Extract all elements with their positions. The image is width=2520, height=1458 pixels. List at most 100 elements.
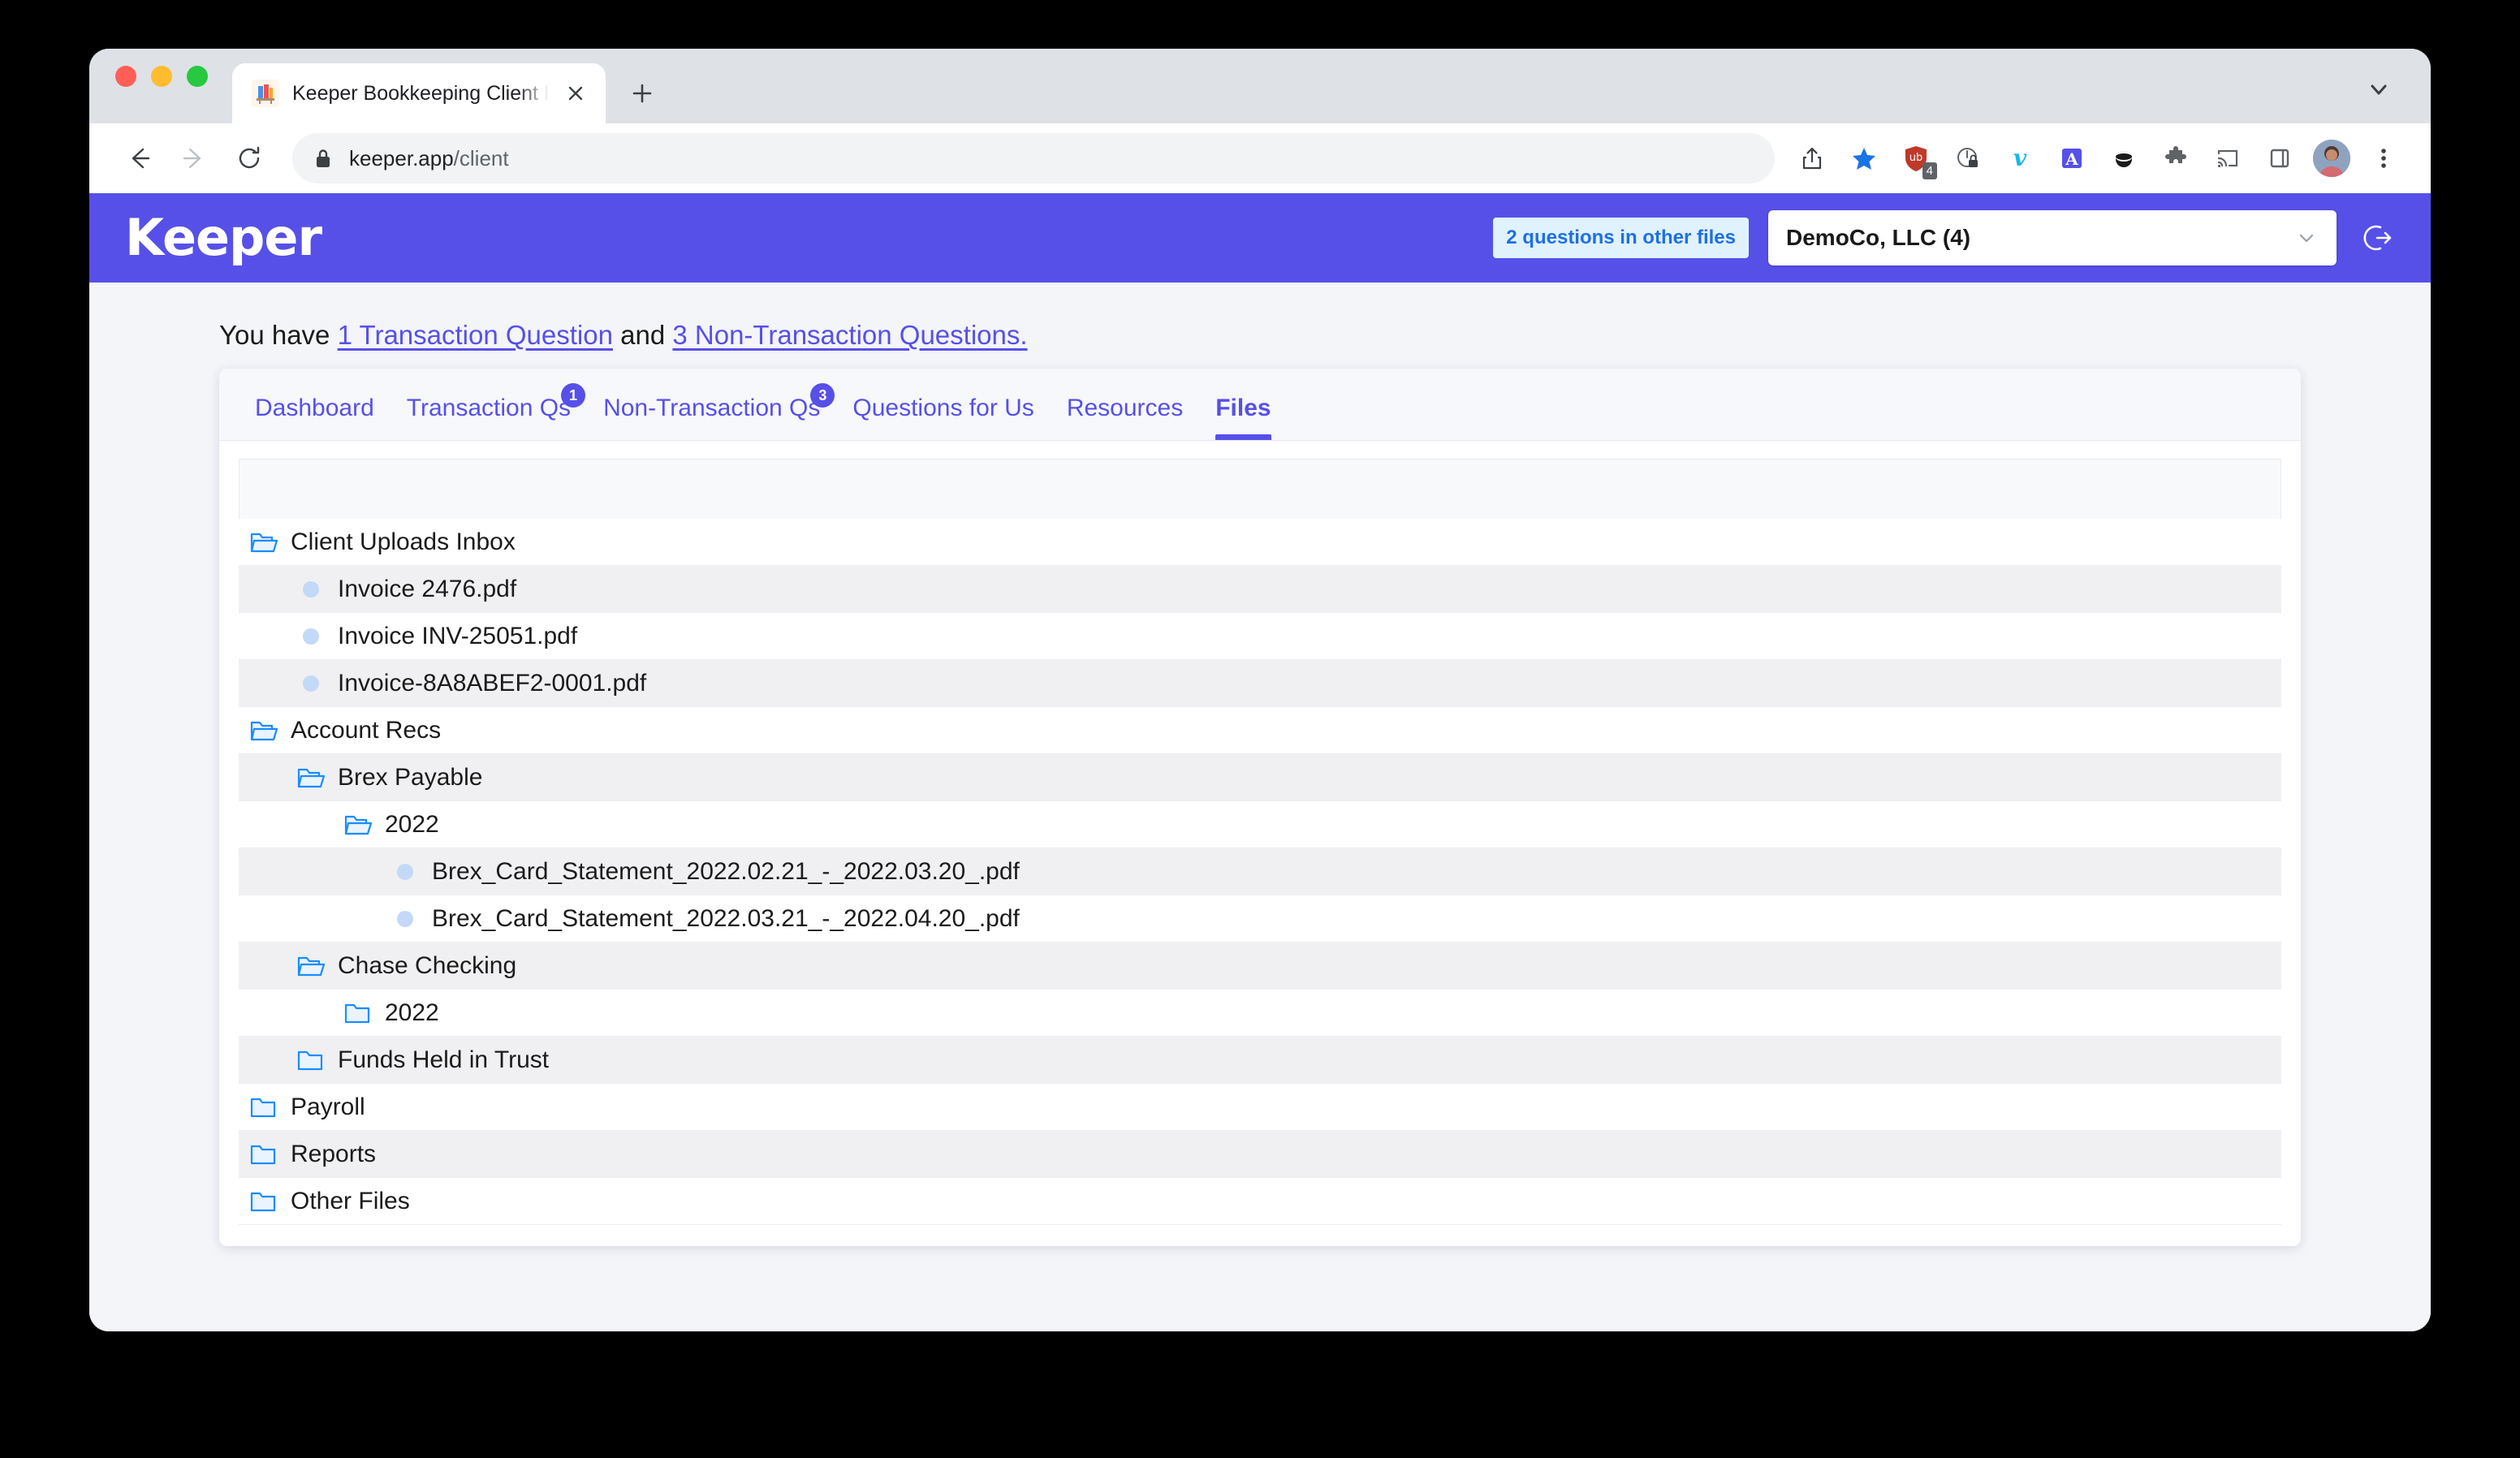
folder-name: Brex Payable bbox=[338, 763, 483, 791]
grammarly-icon[interactable]: A bbox=[2048, 134, 2096, 183]
browser-window: Keeper Bookkeeping Client Por keeper.app… bbox=[89, 49, 2431, 1331]
file-dot-icon bbox=[388, 855, 422, 889]
client-selector[interactable]: DemoCo, LLC (4) bbox=[1768, 210, 2337, 265]
arrow-left-icon[interactable] bbox=[114, 133, 164, 183]
share-icon[interactable] bbox=[1788, 134, 1836, 183]
folder-name: 2022 bbox=[385, 999, 439, 1026]
folder-row[interactable]: Funds Held in Trust bbox=[239, 1037, 2281, 1084]
app-header: Keeper 2 questions in other files DemoCo… bbox=[89, 193, 2431, 283]
file-row[interactable]: Invoice 2476.pdf bbox=[239, 566, 2281, 613]
files-card: Dashboard Transaction Qs 1 Non-Transaction … bbox=[219, 369, 2301, 1246]
vimeo-icon[interactable]: v bbox=[1996, 134, 2044, 183]
extensions-puzzle-icon[interactable] bbox=[2151, 134, 2200, 183]
honey-icon[interactable] bbox=[2099, 134, 2148, 183]
transaction-questions-link[interactable]: 1 Transaction Question bbox=[338, 320, 613, 350]
reload-icon[interactable] bbox=[224, 133, 274, 183]
file-tree: Client Uploads Inbox Invoice 2476.pdf Invo… bbox=[219, 441, 2301, 1246]
tab-resources[interactable]: Resources bbox=[1051, 386, 1199, 440]
folder-name: Funds Held in Trust bbox=[338, 1046, 550, 1073]
folder-row[interactable]: Client Uploads Inbox bbox=[239, 519, 2281, 566]
folder-row[interactable]: 2022 bbox=[239, 990, 2281, 1037]
books-favicon bbox=[252, 80, 279, 107]
tab-label: Non-Transaction Qs bbox=[603, 395, 821, 421]
close-icon[interactable] bbox=[562, 80, 589, 107]
file-name: Invoice 2476.pdf bbox=[338, 575, 517, 602]
file-row[interactable]: Brex_Card_Statement_2022.02.21_-_2022.03… bbox=[239, 848, 2281, 895]
folder-row[interactable]: Brex Payable bbox=[239, 754, 2281, 801]
file-name: Invoice-8A8ABEF2-0001.pdf bbox=[338, 669, 647, 697]
chrome-menu-icon[interactable] bbox=[2359, 134, 2408, 183]
file-tree-header-row bbox=[239, 459, 2281, 519]
maximize-window-button[interactable] bbox=[187, 66, 208, 87]
app-header-right: 2 questions in other files DemoCo, LLC (… bbox=[1493, 210, 2398, 265]
folder-row[interactable]: Other Files bbox=[239, 1178, 2281, 1225]
file-dot-icon bbox=[388, 902, 422, 936]
file-dot-icon bbox=[294, 572, 328, 606]
browser-tab[interactable]: Keeper Bookkeeping Client Por bbox=[232, 63, 606, 123]
svg-text:ub: ub bbox=[1909, 152, 1923, 164]
file-dot-icon bbox=[294, 619, 328, 654]
folder-name: Reports bbox=[291, 1140, 377, 1167]
tab-badge-count: 3 bbox=[810, 383, 835, 408]
folder-open-icon bbox=[341, 808, 375, 842]
folder-row[interactable]: 2022 bbox=[239, 801, 2281, 848]
profile-avatar[interactable] bbox=[2307, 134, 2356, 183]
tab-questions-for-us[interactable]: Questions for Us bbox=[836, 386, 1050, 440]
tab-non-transaction-qs[interactable]: Non-Transaction Qs 3 bbox=[587, 383, 836, 440]
tab-transaction-qs[interactable]: Transaction Qs 1 bbox=[391, 383, 587, 440]
notice-middle: and bbox=[612, 320, 673, 350]
client-selector-value: DemoCo, LLC (4) bbox=[1786, 225, 1971, 250]
file-name: Brex_Card_Statement_2022.02.21_-_2022.03… bbox=[432, 857, 1020, 885]
minimize-window-button[interactable] bbox=[151, 66, 172, 87]
address-bar[interactable]: keeper.app/client bbox=[292, 133, 1775, 183]
page-viewport: Keeper 2 questions in other files DemoCo… bbox=[89, 193, 2431, 1331]
new-tab-button[interactable] bbox=[619, 70, 666, 117]
app-tab-bar: Dashboard Transaction Qs 1 Non-Transaction … bbox=[219, 369, 2301, 441]
lock-icon bbox=[313, 148, 333, 169]
app-logo[interactable]: Keeper bbox=[125, 213, 322, 263]
ublock-badge-count: 4 bbox=[1922, 162, 1937, 179]
folder-name: Chase Checking bbox=[338, 951, 517, 979]
folder-open-icon bbox=[247, 525, 281, 559]
url-path: /client bbox=[453, 145, 509, 170]
non-transaction-questions-link[interactable]: 3 Non-Transaction Questions. bbox=[672, 320, 1027, 350]
browser-tab-title: Keeper Bookkeeping Client Por bbox=[292, 81, 549, 105]
other-files-questions-badge[interactable]: 2 questions in other files bbox=[1493, 218, 1749, 258]
file-row[interactable]: Brex_Card_Statement_2022.03.21_-_2022.04… bbox=[239, 895, 2281, 943]
tab-files[interactable]: Files bbox=[1199, 386, 1287, 440]
bookmark-star-icon[interactable] bbox=[1840, 134, 1888, 183]
folder-open-icon bbox=[294, 949, 328, 983]
tab-badge-count: 1 bbox=[561, 383, 586, 408]
file-row[interactable]: Invoice INV-25051.pdf bbox=[239, 613, 2281, 660]
folder-row[interactable]: Chase Checking bbox=[239, 943, 2281, 990]
tab-label: Transaction Qs bbox=[406, 395, 572, 421]
file-row[interactable]: Invoice-8A8ABEF2-0001.pdf bbox=[239, 660, 2281, 707]
svg-text:v: v bbox=[2013, 146, 2027, 170]
arrow-right-icon[interactable] bbox=[169, 133, 219, 183]
ublock-shield-icon[interactable]: ub 4 bbox=[1892, 134, 1940, 183]
folder-name: 2022 bbox=[385, 810, 439, 838]
folder-name: Client Uploads Inbox bbox=[291, 528, 516, 555]
chevron-down-icon[interactable] bbox=[2362, 73, 2395, 106]
browser-toolbar: keeper.app/client ub 4 v A bbox=[89, 123, 2431, 193]
file-tree-rows: Client Uploads Inbox Invoice 2476.pdf Invo… bbox=[239, 519, 2281, 1225]
side-panel-icon[interactable] bbox=[2255, 134, 2304, 183]
cast-icon[interactable] bbox=[2203, 134, 2252, 183]
questions-notice: You have 1 Transaction Question and 3 No… bbox=[89, 283, 2431, 369]
file-dot-icon bbox=[294, 666, 328, 701]
folder-name: Other Files bbox=[291, 1187, 410, 1214]
tab-dashboard[interactable]: Dashboard bbox=[239, 386, 391, 440]
privacy-badger-icon[interactable] bbox=[1944, 134, 1992, 183]
tab-label: Resources bbox=[1066, 395, 1184, 421]
folder-row[interactable]: Payroll bbox=[239, 1084, 2281, 1131]
folder-open-icon bbox=[247, 714, 281, 748]
chevron-down-icon bbox=[2294, 226, 2319, 250]
folder-row[interactable]: Reports bbox=[239, 1131, 2281, 1178]
tab-label: Files bbox=[1215, 395, 1271, 421]
file-name: Brex_Card_Statement_2022.03.21_-_2022.04… bbox=[432, 904, 1020, 932]
folder-row[interactable]: Account Recs bbox=[239, 707, 2281, 754]
url-host: keeper.app bbox=[349, 145, 454, 170]
logout-icon[interactable] bbox=[2356, 217, 2398, 259]
folder-closed-icon bbox=[294, 1043, 328, 1077]
close-window-button[interactable] bbox=[115, 66, 136, 87]
